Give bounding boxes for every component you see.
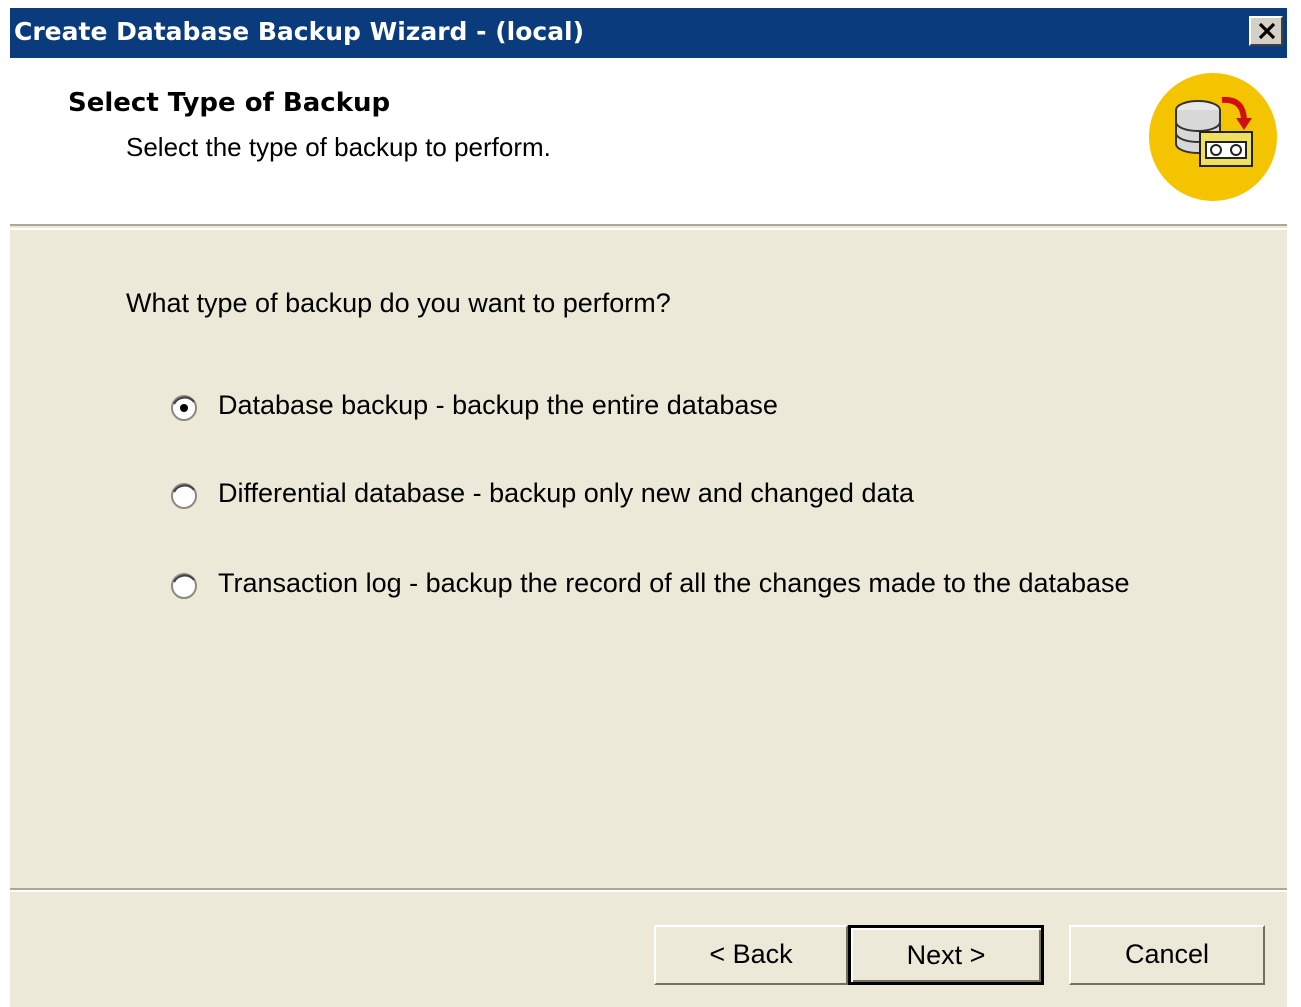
database-backup-icon [1148, 72, 1278, 202]
radio-label[interactable]: Differential database - backup only new … [218, 478, 914, 509]
page-title: Select Type of Backup [68, 88, 391, 118]
page-subtitle: Select the type of backup to perform. [126, 132, 551, 162]
radio-unselected-icon[interactable] [170, 482, 198, 510]
wizard-window: Create Database Backup Wizard - (local) … [8, 8, 1289, 1007]
back-button[interactable]: < Back [654, 925, 848, 985]
radio-label[interactable]: Transaction log - backup the record of a… [218, 568, 1130, 599]
wizard-header: Select Type of Backup Select the type of… [10, 58, 1287, 226]
header-separator [10, 228, 1287, 230]
close-button[interactable] [1249, 16, 1283, 46]
window-title: Create Database Backup Wizard - (local) [14, 17, 585, 46]
cancel-button[interactable]: Cancel [1069, 925, 1265, 985]
title-bar[interactable]: Create Database Backup Wizard - (local) [10, 8, 1287, 58]
backup-type-question: What type of backup do you want to perfo… [126, 288, 671, 318]
close-icon [1258, 22, 1276, 40]
radio-unselected-icon[interactable] [170, 572, 198, 600]
next-button[interactable]: Next > [848, 925, 1044, 985]
radio-label[interactable]: Database backup - backup the entire data… [218, 390, 778, 421]
footer-separator-highlight [10, 890, 1287, 892]
radio-selected-icon[interactable] [170, 394, 198, 422]
